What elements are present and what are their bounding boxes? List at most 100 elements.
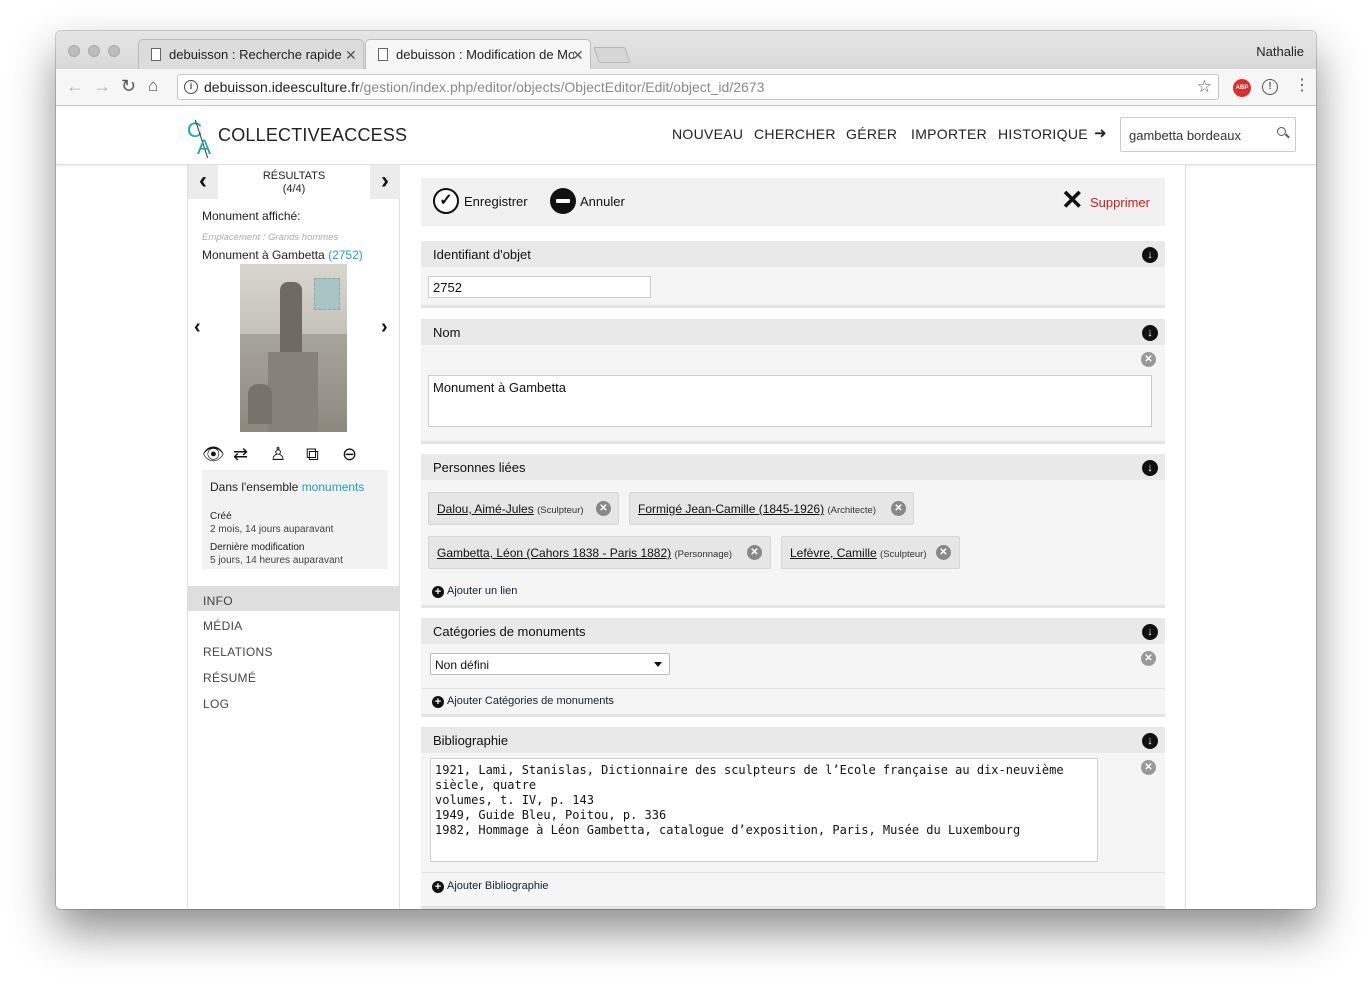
new-tab-button[interactable]	[593, 47, 631, 63]
add-plus-icon: +	[432, 696, 444, 708]
related-person-chip[interactable]: Formigé Jean-Camille (1845-1926) (Archit…	[629, 492, 914, 525]
remove-circle-icon[interactable]: ⊖	[342, 444, 357, 465]
person-name-link[interactable]: Formigé Jean-Camille (1845-1926)	[638, 502, 824, 516]
pedestal-image	[268, 352, 318, 432]
next-result-icon[interactable]: ›	[370, 165, 400, 199]
categories-panel: Catégories de monuments ↓ Non défini ✕ +…	[421, 618, 1165, 717]
forward-icon[interactable]: →	[93, 77, 111, 95]
app-header: C A COLLECTIVEACCESS NOUVEAU CHERCHER GÉ…	[56, 107, 1316, 165]
related-persons-panel: Personnes liées ↓ Dalou, Aimé-Jules (Scu…	[421, 454, 1165, 608]
person-name-link[interactable]: Dalou, Aimé-Jules	[437, 502, 534, 516]
extension-icon[interactable]: !	[1262, 79, 1278, 95]
collectiveaccess-logo-icon[interactable]: C A	[187, 119, 217, 159]
zoom-window-button[interactable]	[108, 45, 120, 57]
set-link[interactable]: monuments	[302, 480, 365, 494]
nav-nouveau[interactable]: NOUVEAU	[672, 126, 743, 142]
results-label: RÉSULTATS	[262, 170, 326, 182]
bookmark-star-icon[interactable]: ☆	[1197, 77, 1212, 97]
person-icon[interactable]: ♙	[270, 444, 286, 465]
search-input[interactable]: gambetta bordeaux	[1129, 128, 1241, 143]
remove-person-icon[interactable]: ✕	[747, 545, 762, 560]
tab-quick-search[interactable]: debuisson : Recherche rapide ✕	[138, 39, 364, 69]
add-plus-icon: +	[432, 881, 444, 893]
search-box[interactable]: gambetta bordeaux	[1120, 117, 1296, 152]
inspector-sidebar: ‹ RÉSULTATS (4/4) › Monument affiché: Em…	[187, 165, 400, 909]
sidebar-item-log[interactable]: LOG	[188, 689, 400, 714]
related-person-chip[interactable]: Gambetta, Léon (Cahors 1838 - Paris 1882…	[428, 536, 771, 569]
close-tab-icon[interactable]: ✕	[572, 47, 584, 64]
adblock-icon[interactable]: ABP	[1233, 79, 1251, 97]
collapse-arrow-icon[interactable]: ↓	[1142, 733, 1158, 749]
view-eye-icon[interactable]: 👁	[202, 444, 225, 465]
panel-title: Catégories de monuments	[421, 618, 1165, 644]
collapse-arrow-icon[interactable]: ↓	[1142, 325, 1158, 341]
nav-historique[interactable]: HISTORIQUE	[998, 126, 1088, 142]
remove-person-icon[interactable]: ✕	[936, 545, 951, 560]
reload-icon[interactable]: ↻	[121, 77, 136, 95]
person-role: (Sculpteur)	[537, 505, 584, 516]
minimize-window-button[interactable]	[88, 45, 100, 57]
close-tab-icon[interactable]: ✕	[345, 47, 357, 64]
back-icon[interactable]: ←	[66, 77, 84, 95]
add-category-button[interactable]: + Ajouter Catégories de monuments	[432, 695, 614, 708]
duplicate-icon[interactable]: ⧉	[306, 444, 319, 465]
divider	[421, 688, 1165, 689]
site-info-icon[interactable]: i	[184, 80, 198, 94]
logo-text[interactable]: COLLECTIVEACCESS	[218, 125, 407, 146]
url-bar[interactable]: i debuisson.ideesculture.fr/gestion/inde…	[177, 74, 1219, 100]
page-content: C A COLLECTIVEACCESS NOUVEAU CHERCHER GÉ…	[56, 107, 1316, 909]
chevron-down-icon	[654, 662, 662, 667]
logout-arrow-icon[interactable]: ➜	[1094, 124, 1107, 142]
cancel-minus-icon[interactable]	[550, 188, 576, 214]
nav-importer[interactable]: IMPORTER	[911, 126, 987, 142]
sidebar-item-info[interactable]: INFO	[188, 586, 400, 611]
tab-bar: debuisson : Recherche rapide ✕ debuisson…	[56, 31, 1316, 70]
save-check-icon[interactable]: ✓	[433, 188, 459, 214]
tab-title: debuisson : Modification de Mo	[396, 47, 574, 62]
next-media-icon[interactable]: ›	[381, 316, 388, 339]
add-link-button[interactable]: + Ajouter un lien	[432, 585, 517, 598]
remove-person-icon[interactable]: ✕	[596, 501, 611, 516]
sidebar-item-media[interactable]: MÉDIA	[188, 611, 400, 636]
person-name-link[interactable]: Lefèvre, Camille	[790, 546, 877, 560]
remove-value-icon[interactable]: ✕	[1141, 352, 1156, 367]
repeat-icon[interactable]: ⇄	[233, 444, 248, 465]
menu-dots-icon[interactable]: ⋮	[1294, 77, 1310, 95]
delete-button[interactable]: Supprimer	[1090, 195, 1150, 210]
media-tools: 👁 ⇄ ♙ ⧉ ⊖	[202, 444, 392, 466]
name-textarea[interactable]: Monument à Gambetta	[428, 375, 1152, 427]
sidebar-item-resume[interactable]: RÉSUMÉ	[188, 663, 400, 688]
cancel-button[interactable]: Annuler	[580, 194, 625, 209]
previous-result-icon[interactable]: ‹	[188, 165, 218, 199]
previous-media-icon[interactable]: ‹	[194, 316, 201, 339]
profile-name[interactable]: Nathalie	[1256, 44, 1304, 59]
related-person-chip[interactable]: Lefèvre, Camille (Sculpteur) ✕	[781, 536, 960, 569]
collapse-arrow-icon[interactable]: ↓	[1142, 460, 1158, 476]
related-person-chip[interactable]: Dalou, Aimé-Jules (Sculpteur) ✕	[428, 492, 619, 525]
identifier-input[interactable]: 2752	[428, 276, 651, 298]
collapse-arrow-icon[interactable]: ↓	[1142, 624, 1158, 640]
person-name-link[interactable]: Gambetta, Léon (Cahors 1838 - Paris 1882…	[437, 546, 671, 560]
remove-person-icon[interactable]: ✕	[891, 501, 906, 516]
category-select[interactable]: Non défini	[430, 653, 670, 675]
add-bibliography-button[interactable]: + Ajouter Bibliographie	[432, 880, 549, 893]
save-button[interactable]: Enregistrer	[464, 194, 528, 209]
monument-thumbnail[interactable]	[240, 264, 347, 432]
figure-image	[248, 384, 272, 424]
close-window-button[interactable]	[68, 45, 80, 57]
sidebar-item-relations[interactable]: RELATIONS	[188, 637, 400, 662]
collapse-arrow-icon[interactable]: ↓	[1142, 247, 1158, 263]
remove-value-icon[interactable]: ✕	[1141, 760, 1156, 775]
editor-main: ✓ Enregistrer Annuler ✕ Supprimer Identi…	[400, 165, 1186, 909]
remove-value-icon[interactable]: ✕	[1141, 651, 1156, 666]
address-toolbar: ← → ↻ ⌂ i debuisson.ideesculture.fr/gest…	[56, 69, 1316, 106]
nav-chercher[interactable]: CHERCHER	[754, 126, 836, 142]
url-text[interactable]: debuisson.ideesculture.fr/gestion/index.…	[204, 79, 764, 95]
bibliography-textarea[interactable]: 1921, Lami, Stanislas, Dictionnaire des …	[430, 758, 1098, 862]
delete-x-icon[interactable]: ✕	[1061, 187, 1084, 214]
home-icon[interactable]: ⌂	[148, 77, 158, 95]
nav-gerer[interactable]: GÉRER	[846, 126, 897, 142]
tab-object-editor[interactable]: debuisson : Modification de Mo ✕	[365, 39, 591, 70]
search-icon[interactable]	[1277, 127, 1290, 140]
tab-title: debuisson : Recherche rapide	[169, 47, 342, 62]
